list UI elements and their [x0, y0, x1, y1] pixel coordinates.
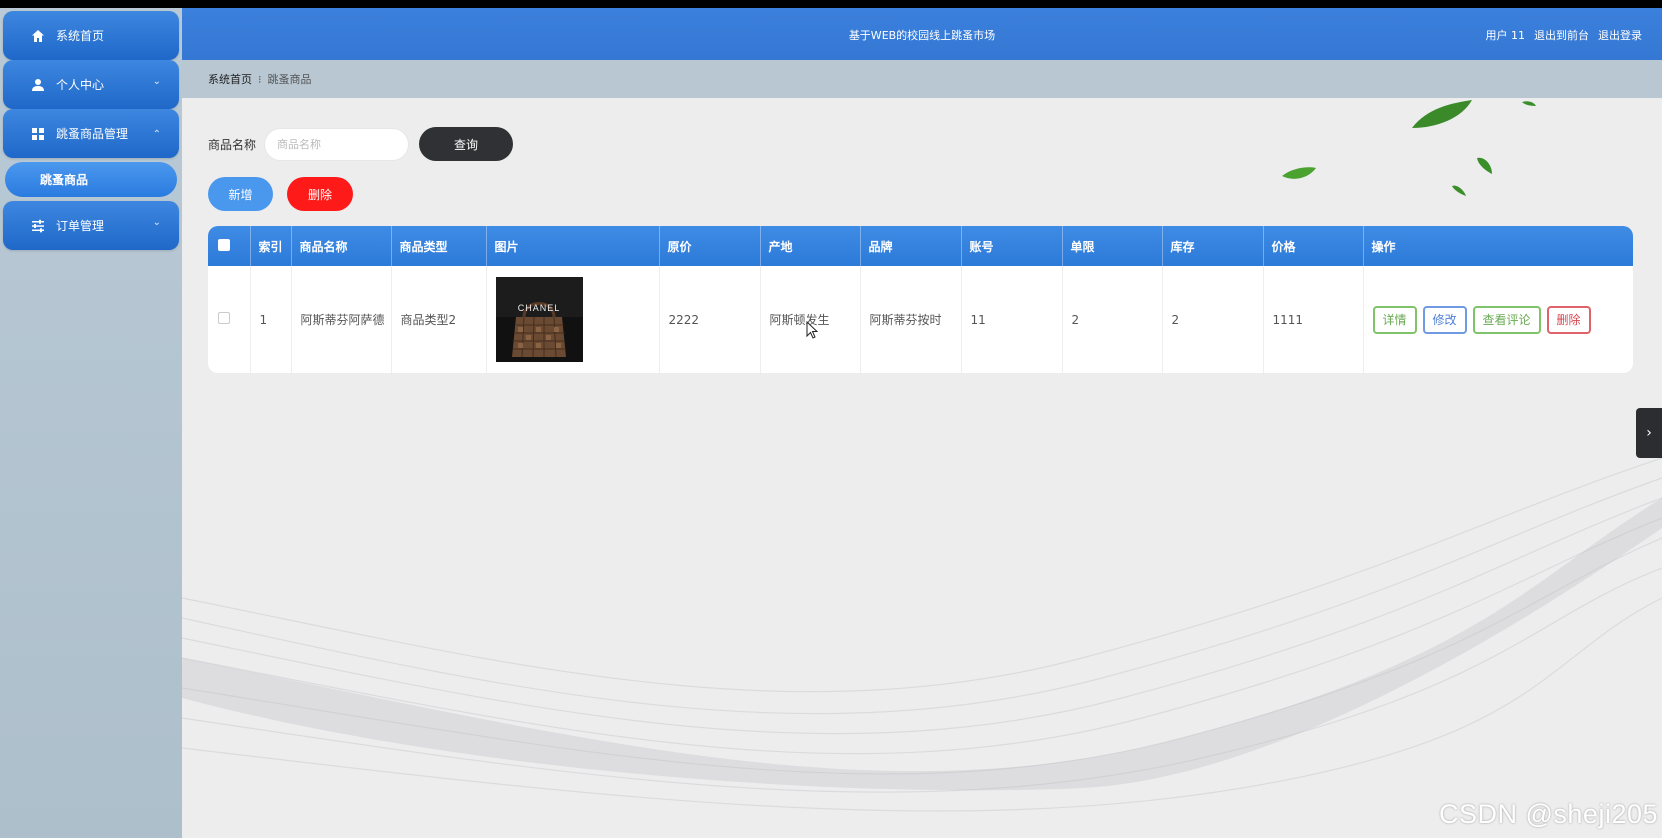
- cell-original-price: 2222: [659, 266, 761, 373]
- sidebar-item-home[interactable]: 系统首页: [3, 11, 179, 60]
- cell-brand: 阿斯蒂芬按时: [860, 266, 962, 373]
- breadcrumb-home[interactable]: 系统首页: [208, 71, 252, 87]
- top-header: 基于WEB的校园线上跳蚤市场 用户 11 退出到前台 退出登录: [182, 8, 1662, 60]
- chevron-up-icon: ⌃: [152, 129, 161, 140]
- sidebar-item-label: 个人中心: [56, 78, 105, 92]
- chevron-down-icon: ⌄: [152, 217, 161, 228]
- header-user-links: 用户 11 退出到前台 退出登录: [1486, 27, 1643, 43]
- sidebar-item-label: 跳蚤商品管理: [56, 127, 129, 141]
- cell-price: 1111: [1263, 266, 1364, 373]
- product-image-label: CHANEL: [517, 303, 560, 313]
- grid-icon: [30, 126, 46, 142]
- home-icon: [30, 28, 46, 44]
- side-panel-toggle[interactable]: ›: [1636, 408, 1662, 458]
- cell-stock: 2: [1162, 266, 1264, 373]
- cell-origin: 阿斯顿发生: [760, 266, 861, 373]
- col-header-original-price: 原价: [659, 226, 761, 266]
- user-label: 用户 11: [1485, 29, 1526, 42]
- user-icon: [30, 77, 46, 93]
- sidebar-item-label: 订单管理: [56, 219, 105, 233]
- cell-name: 阿斯蒂芬阿萨德: [291, 266, 392, 373]
- col-header-stock: 库存: [1162, 226, 1264, 266]
- cell-ops: 详情 修改 查看评论 删除: [1363, 266, 1633, 373]
- row-checkbox[interactable]: [218, 312, 230, 324]
- view-reviews-button[interactable]: 查看评论: [1472, 305, 1541, 334]
- search-label: 商品名称: [208, 137, 257, 152]
- col-header-price: 价格: [1263, 226, 1364, 266]
- cell-index: 1: [250, 266, 292, 373]
- sidebar-item-profile[interactable]: 个人中心 ⌄: [3, 60, 179, 109]
- product-image[interactable]: CHANEL: [495, 277, 583, 362]
- sidebar: 系统首页 个人中心 ⌄ 跳蚤商品管理 ⌃ 跳蚤商品 订单管理 ⌄: [0, 8, 182, 838]
- app-title: 基于WEB的校园线上跳蚤市场: [848, 29, 996, 42]
- action-buttons: 新增 删除: [208, 177, 353, 211]
- table-header-row: 索引 商品名称 商品类型 图片 原价 产地 品牌 账号 单限 库存 价格 操作: [208, 226, 1633, 266]
- sidebar-item-orders[interactable]: 订单管理 ⌄: [3, 201, 179, 250]
- col-header-type: 商品类型: [391, 226, 487, 266]
- add-button[interactable]: 新增: [208, 177, 273, 211]
- sidebar-item-label: 系统首页: [56, 29, 105, 43]
- col-header-index: 索引: [250, 226, 292, 266]
- col-header-image: 图片: [486, 226, 660, 266]
- mouse-cursor-icon: [806, 321, 818, 339]
- col-header-limit: 单限: [1062, 226, 1163, 266]
- chevron-right-icon: ›: [1646, 425, 1652, 441]
- background-decoration: [182, 100, 1662, 812]
- breadcrumb: 系统首页 ⁝ 跳蚤商品: [182, 60, 1662, 98]
- row-delete-button[interactable]: 删除: [1546, 305, 1591, 334]
- edit-button[interactable]: 修改: [1422, 305, 1467, 334]
- sidebar-subitem-goods[interactable]: 跳蚤商品: [5, 162, 177, 197]
- select-all-cell: [208, 226, 251, 266]
- back-to-front-link[interactable]: 退出到前台: [1534, 27, 1589, 43]
- cell-image: CHANEL: [486, 266, 660, 373]
- col-header-name: 商品名称: [291, 226, 392, 266]
- goods-table: 索引 商品名称 商品类型 图片 原价 产地 品牌 账号 单限 库存 价格 操作: [208, 226, 1633, 373]
- select-all-checkbox[interactable]: [218, 238, 230, 251]
- sidebar-subitem-label: 跳蚤商品: [40, 173, 89, 187]
- sidebar-item-goods-management[interactable]: 跳蚤商品管理 ⌃: [3, 109, 179, 158]
- chevron-down-icon: ⌄: [152, 76, 161, 87]
- col-header-brand: 品牌: [860, 226, 962, 266]
- breadcrumb-current: 跳蚤商品: [267, 73, 312, 86]
- query-button[interactable]: 查询: [419, 127, 514, 161]
- sliders-icon: [30, 218, 46, 234]
- breadcrumb-separator: ⁝: [258, 72, 262, 86]
- leaf-decoration: [1282, 100, 1536, 196]
- batch-delete-button[interactable]: 删除: [287, 177, 353, 211]
- logout-link[interactable]: 退出登录: [1598, 27, 1642, 43]
- col-header-account: 账号: [961, 226, 1063, 266]
- cell-type: 商品类型2: [391, 266, 487, 373]
- row-select-cell: [208, 266, 251, 373]
- search-row: 商品名称 查询: [208, 127, 514, 161]
- col-header-origin: 产地: [760, 226, 861, 266]
- main-content: 商品名称 查询 新增 删除 索引 商品名称 商品类型 图片: [182, 98, 1662, 838]
- watermark: CSDN @sheji205: [1439, 799, 1658, 829]
- detail-button[interactable]: 详情: [1372, 305, 1417, 334]
- col-header-ops: 操作: [1371, 239, 1396, 254]
- table-row: 1 阿斯蒂芬阿萨德 商品类型2 CHANEL 2222 阿斯顿发生 阿斯蒂芬按时…: [208, 266, 1633, 373]
- app: 系统首页 个人中心 ⌄ 跳蚤商品管理 ⌃ 跳蚤商品 订单管理 ⌄ 基于WEB的校…: [0, 8, 1662, 838]
- search-input[interactable]: [264, 127, 410, 161]
- cell-account: 11: [961, 266, 1063, 373]
- cell-limit: 2: [1062, 266, 1163, 373]
